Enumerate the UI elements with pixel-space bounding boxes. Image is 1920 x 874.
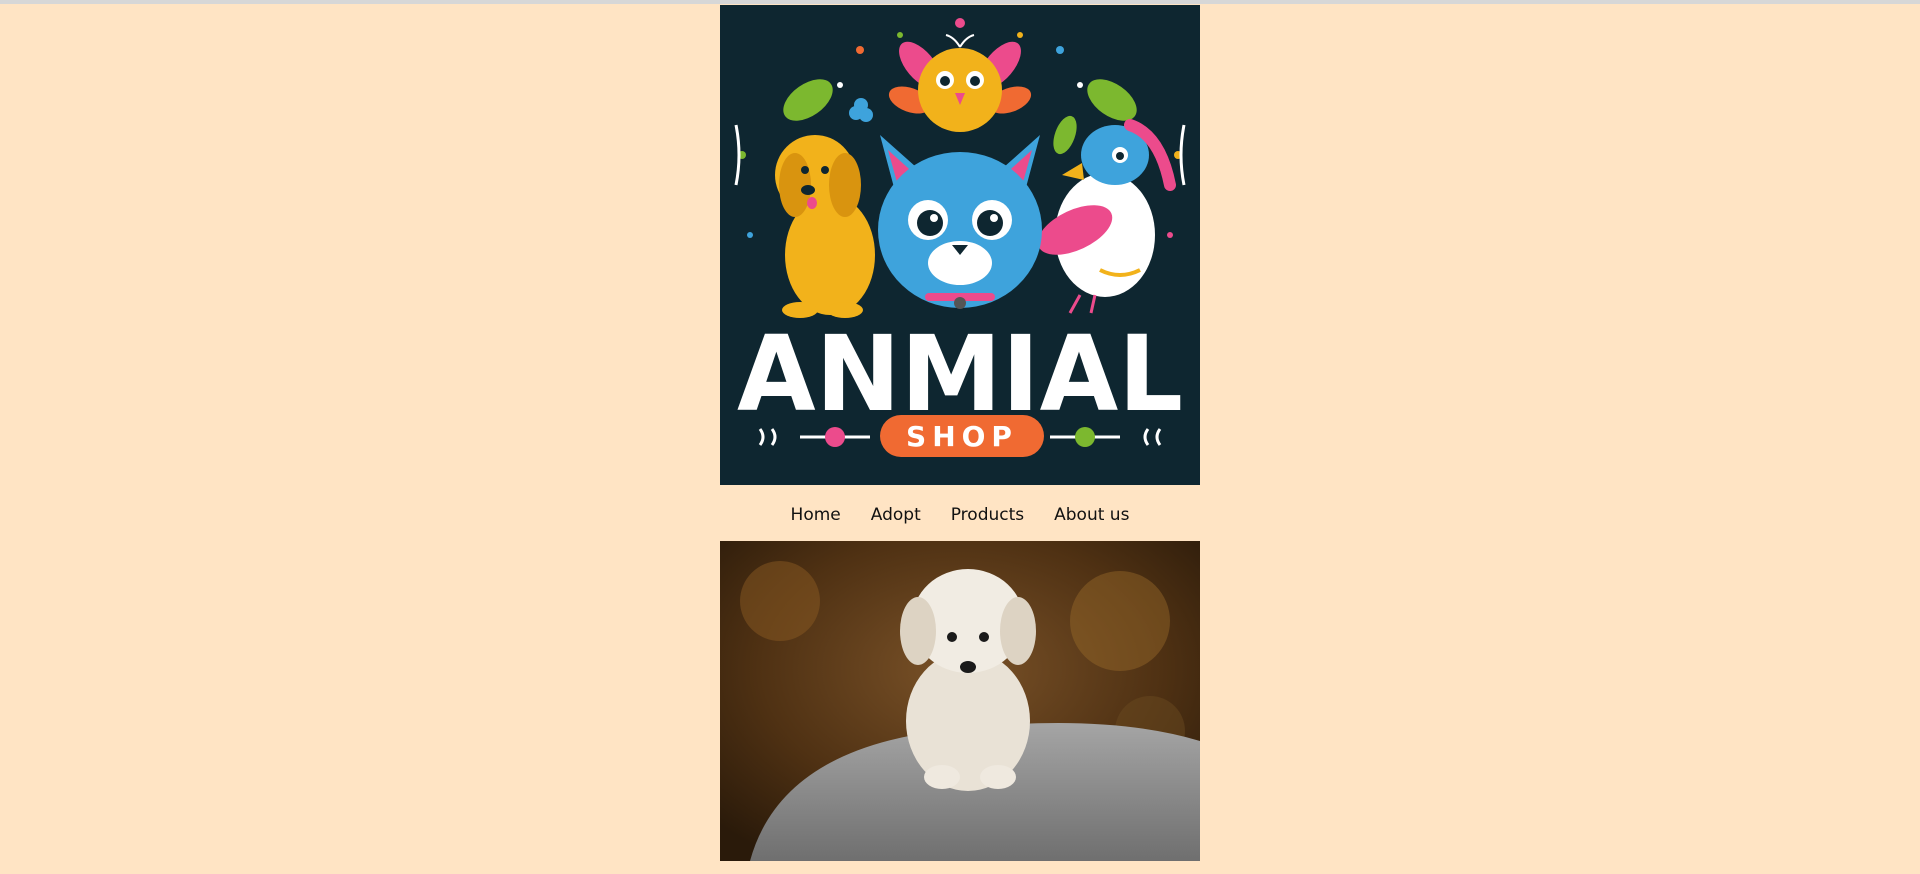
browser-top-border: [0, 0, 1920, 4]
dog-icon: [775, 135, 875, 318]
logo-illustration: ANMIAL SHOP: [734, 18, 1186, 457]
owl-icon: [888, 34, 1032, 132]
nav-about-link[interactable]: About us: [1054, 505, 1129, 525]
flower-icon: [849, 98, 873, 122]
nav-products-link[interactable]: Products: [951, 505, 1024, 525]
logo-shop-text: SHOP: [906, 420, 1018, 453]
nav-adopt-link[interactable]: Adopt: [871, 505, 921, 525]
leaf-left-icon: [783, 79, 833, 121]
nav-home-link[interactable]: Home: [791, 505, 841, 525]
cat-icon: [878, 135, 1042, 309]
puppy-image: [720, 541, 1200, 861]
main-nav: Home Adopt Products About us: [720, 495, 1200, 535]
puppy: [900, 569, 1036, 791]
shop-logo: ANMIAL SHOP: [720, 5, 1200, 485]
hero-puppy-photo: [720, 541, 1200, 861]
bird-icon: [1037, 119, 1176, 314]
